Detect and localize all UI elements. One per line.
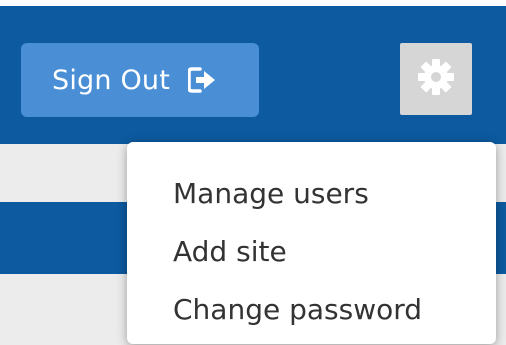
sign-out-icon [188,67,216,93]
gear-icon [416,57,456,101]
menu-item-manage-users[interactable]: Manage users [127,164,496,222]
menu-item-add-site[interactable]: Add site [127,222,496,280]
sign-out-label: Sign Out [52,64,171,96]
settings-dropdown-menu: Manage users Add site Change password [127,142,496,344]
menu-item-change-password[interactable]: Change password [127,280,496,338]
sign-out-button[interactable]: Sign Out [21,43,259,117]
settings-button[interactable] [400,43,472,115]
